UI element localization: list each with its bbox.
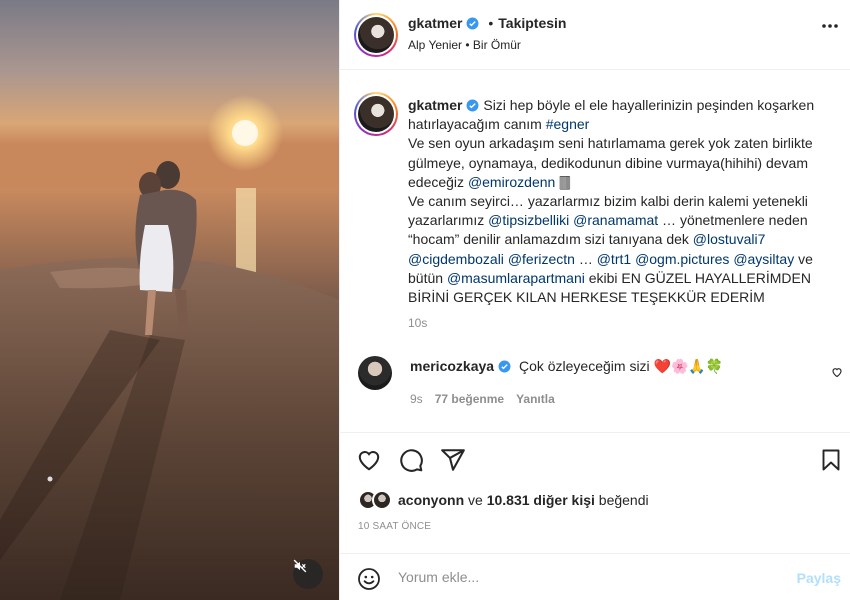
author-avatar[interactable] (354, 13, 398, 57)
hashtag-link[interactable]: #egner (546, 116, 590, 132)
caption-username[interactable]: gkatmer (408, 97, 462, 113)
caption-text: gkatmer Sizi hep böyle el ele hayallerin… (408, 96, 848, 307)
mention-link[interactable]: @trt1 (597, 251, 631, 267)
reply-button[interactable]: Yanıtla (516, 392, 555, 406)
likes-suffix: beğendi (594, 492, 649, 508)
sunset-beach-image (0, 0, 339, 600)
audio-track-link[interactable]: Alp Yenier • Bir Ömür (408, 38, 521, 52)
comment-meta: 9s 77 beğenme Yanıtla (410, 392, 567, 406)
mention-link[interactable]: @masumlarapartmani (447, 270, 585, 286)
separator-dot: • (488, 15, 494, 31)
likes-summary: aconyonn ve 10.831 diğer kişi beğendi (358, 489, 649, 511)
mute-icon (293, 559, 307, 573)
commenter-username[interactable]: mericozkaya (410, 358, 494, 374)
post-media-video[interactable] (0, 0, 339, 600)
comment-body: mericozkaya Çok özleyeceğim sizi ❤️🌸🙏🍀 (410, 358, 723, 375)
verified-badge-icon (467, 99, 479, 112)
share-comment-button[interactable]: Paylaş (797, 570, 841, 586)
caption-line-3c: … (574, 250, 597, 267)
mention-link[interactable]: @ogm.pictures (635, 251, 729, 267)
comment-item: mericozkaya Çok özleyeceğim sizi ❤️🌸🙏🍀 9… (356, 354, 850, 406)
mention-link[interactable]: @ranamamat (573, 212, 658, 228)
liker-avatar[interactable] (372, 490, 392, 510)
caption-time[interactable]: 10s (408, 316, 427, 330)
other-likers-count[interactable]: 10.831 diğer kişi (487, 492, 595, 508)
commenter-avatar[interactable] (358, 356, 392, 390)
verified-badge-icon (498, 360, 511, 373)
comment-time[interactable]: 9s (410, 392, 423, 406)
mute-toggle-button[interactable] (293, 559, 323, 589)
caption-line-2-end: 🀫 (555, 173, 571, 190)
author-username[interactable]: gkatmer (408, 15, 462, 31)
comment-composer: Paylaş (340, 553, 850, 600)
mention-link[interactable]: @cigdembozali (408, 251, 504, 267)
mention-link[interactable]: @lostuvali7 (693, 231, 766, 247)
post-side-panel: gkatmer • Takiptesin Alp Yenier • Bir Ömü… (339, 0, 850, 600)
emoji-icon[interactable] (357, 567, 381, 591)
post-time-ago[interactable]: 10 SAAT ÖNCE (358, 521, 431, 532)
likes-connector: ve (464, 492, 487, 508)
comment-input[interactable] (398, 562, 778, 592)
mention-link[interactable]: @tipsizbelliki (488, 212, 569, 228)
likes-text: aconyonn ve 10.831 diğer kişi beğendi (398, 492, 649, 508)
action-bar (340, 432, 850, 488)
caption-author-avatar[interactable] (354, 92, 398, 136)
liker-username[interactable]: aconyonn (398, 492, 464, 508)
mention-link[interactable]: @emirozdenn (468, 174, 555, 190)
header-user-line: gkatmer • Takiptesin (408, 15, 566, 31)
verified-badge-icon (467, 17, 479, 30)
comment-likes[interactable]: 77 beğenme (435, 392, 504, 406)
follow-status-button[interactable]: Takiptesin (498, 15, 566, 31)
comment-icon[interactable] (398, 447, 424, 473)
comment-like-heart-icon[interactable] (831, 366, 843, 378)
comment-text: Çok özleyeceğim sizi ❤️🌸🙏🍀 (518, 358, 724, 374)
mention-link[interactable]: @aysiltay (733, 251, 794, 267)
more-options-icon[interactable] (821, 23, 839, 29)
post-header: gkatmer • Takiptesin Alp Yenier • Bir Ömü… (340, 0, 850, 70)
mention-link[interactable]: @ferizectn (508, 251, 575, 267)
share-icon[interactable] (440, 447, 466, 473)
heart-icon[interactable] (356, 447, 382, 473)
bookmark-icon[interactable] (819, 447, 843, 473)
